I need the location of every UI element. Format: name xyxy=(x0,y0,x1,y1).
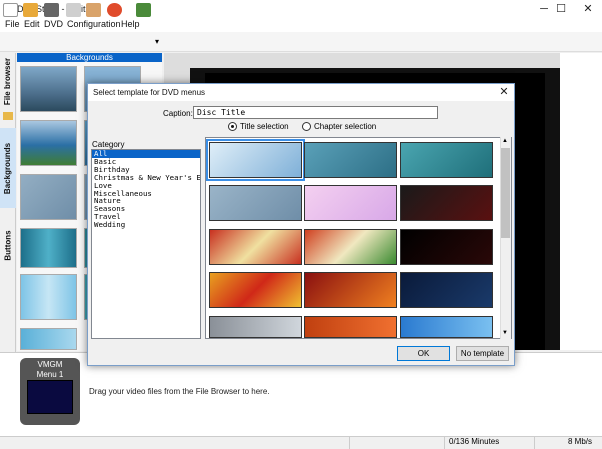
vmgm-label: VMGM xyxy=(37,360,63,369)
maximize-button[interactable]: ☐ xyxy=(547,0,575,18)
template-thumb[interactable] xyxy=(400,229,493,265)
caption-label: Caption: xyxy=(163,109,193,118)
status-empty xyxy=(349,436,444,449)
ok-button[interactable]: OK xyxy=(397,346,450,361)
settings-icon[interactable] xyxy=(66,3,81,17)
scrollbar-thumb[interactable] xyxy=(501,148,510,238)
scroll-down-icon[interactable]: ▼ xyxy=(502,330,508,336)
status-rate: 8 Mb/s xyxy=(534,436,602,449)
template-thumb[interactable] xyxy=(206,139,305,181)
template-thumb[interactable] xyxy=(209,229,302,265)
toolbar xyxy=(0,32,602,52)
background-thumb[interactable] xyxy=(20,66,77,112)
radio-on-icon xyxy=(228,122,237,131)
dropdown-icon[interactable]: ▾ xyxy=(155,37,159,46)
save-icon[interactable] xyxy=(44,3,59,17)
no-template-button[interactable]: No template xyxy=(456,346,509,361)
menu-edit[interactable]: Edit xyxy=(24,19,40,29)
template-thumb[interactable] xyxy=(400,142,493,178)
dialog-title: Select template for DVD menus xyxy=(93,88,206,97)
template-thumb[interactable] xyxy=(400,316,493,338)
folder-icon xyxy=(3,112,13,120)
background-thumb[interactable] xyxy=(20,328,77,350)
template-grid xyxy=(205,137,512,339)
template-thumb[interactable] xyxy=(209,272,302,308)
template-thumb[interactable] xyxy=(400,272,493,308)
menu-help[interactable]: Help xyxy=(121,19,140,29)
background-thumb[interactable] xyxy=(20,174,77,220)
template-thumb[interactable] xyxy=(209,316,302,338)
category-label: Category xyxy=(92,140,125,149)
template-thumb[interactable] xyxy=(400,185,493,221)
radio-title-selection[interactable]: Title selection xyxy=(228,122,289,131)
background-thumb[interactable] xyxy=(20,228,77,268)
new-icon[interactable] xyxy=(3,3,18,17)
caption-input[interactable]: Disc Title xyxy=(193,106,438,119)
menu1-label: Menu 1 xyxy=(36,370,64,379)
radio-off-icon xyxy=(302,122,311,131)
status-minutes: 0/136 Minutes xyxy=(444,436,534,449)
template-thumb[interactable] xyxy=(304,229,397,265)
drag-hint: Drag your video files from the File Brow… xyxy=(89,387,270,396)
tab-backgrounds[interactable]: Backgrounds xyxy=(0,128,16,208)
template-thumb[interactable] xyxy=(304,272,397,308)
tab-file-browser[interactable]: File browser xyxy=(0,55,16,107)
menu-dvd[interactable]: DVD xyxy=(44,19,63,29)
scroll-up-icon[interactable]: ▲ xyxy=(502,138,508,144)
backgrounds-header: Backgrounds xyxy=(17,53,162,62)
template-thumb[interactable] xyxy=(304,316,397,338)
template-thumb[interactable] xyxy=(209,185,302,221)
add-icon[interactable] xyxy=(136,3,151,17)
open-icon[interactable] xyxy=(23,3,38,17)
tools-icon[interactable] xyxy=(86,3,101,17)
radio-title-label: Title selection xyxy=(240,122,289,131)
menu-file[interactable]: File xyxy=(5,19,20,29)
template-thumb[interactable] xyxy=(304,185,397,221)
category-item[interactable]: Wedding xyxy=(92,221,200,229)
radio-chapter-selection[interactable]: Chapter selection xyxy=(302,122,376,131)
burn-icon[interactable] xyxy=(107,3,122,17)
close-button[interactable]: ✕ xyxy=(574,0,602,18)
menu-configuration[interactable]: Configuration xyxy=(67,19,121,29)
background-thumb[interactable] xyxy=(20,274,77,320)
background-thumb[interactable] xyxy=(20,120,77,166)
dialog-close-icon[interactable]: ✕ xyxy=(497,85,511,99)
template-thumb[interactable] xyxy=(304,142,397,178)
radio-chapter-label: Chapter selection xyxy=(314,122,377,131)
editor-margin xyxy=(560,53,602,350)
category-list[interactable]: All Basic Birthday Christmas & New Year'… xyxy=(91,149,201,339)
menu-preview xyxy=(27,380,73,414)
tab-buttons[interactable]: Buttons xyxy=(0,215,16,275)
